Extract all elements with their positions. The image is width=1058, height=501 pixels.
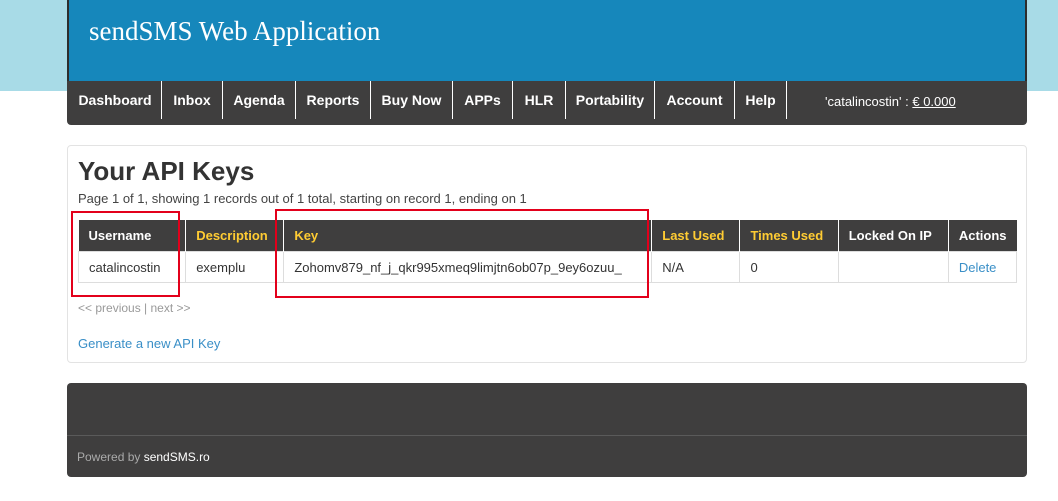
footer: Powered by sendSMS.ro <box>67 383 1027 477</box>
nav-item-dashboard[interactable]: Dashboard <box>69 81 162 119</box>
app-title: sendSMS Web Application <box>89 16 381 46</box>
nav-item-agenda[interactable]: Agenda <box>223 81 296 119</box>
nav-item-reports[interactable]: Reports <box>296 81 371 119</box>
account-separator: : <box>901 94 913 109</box>
nav-item-hlr[interactable]: HLR <box>513 81 566 119</box>
cell-actions: Delete <box>947 251 1018 283</box>
app-header: sendSMS Web Application <box>67 0 1027 81</box>
records-summary: Page 1 of 1, showing 1 records out of 1 … <box>78 191 527 206</box>
pagination: << previous | next >> <box>78 301 191 315</box>
account-balance-link[interactable]: € 0.000 <box>912 94 955 109</box>
page-title: Your API Keys <box>78 156 255 186</box>
nav-item-help[interactable]: Help <box>735 81 787 119</box>
account-info: 'catalincostin' : € 0.000 <box>825 94 956 109</box>
footer-brand: sendSMS.ro <box>143 450 210 464</box>
nav-item-account[interactable]: Account <box>655 81 735 119</box>
cell-locked-on-ip <box>837 251 949 283</box>
nav-item-apps[interactable]: APPs <box>453 81 513 119</box>
column-header-username[interactable]: Username <box>78 220 187 252</box>
column-header-locked-on-ip: Locked On IP <box>838 220 949 252</box>
column-header-key[interactable]: Key <box>283 220 653 252</box>
account-username: 'catalincostin' <box>825 94 902 109</box>
column-header-description[interactable]: Description <box>185 220 285 252</box>
cell-times-used: 0 <box>739 251 839 283</box>
column-header-last-used[interactable]: Last Used <box>651 220 741 252</box>
nav-item-buy-now[interactable]: Buy Now <box>371 81 453 119</box>
footer-divider <box>67 435 1027 436</box>
footer-credits: Powered by sendSMS.ro <box>77 450 210 464</box>
api-keys-panel: Your API Keys Page 1 of 1, showing 1 rec… <box>67 145 1027 363</box>
table-row: catalincostin exemplu Zohomv879_nf_j_qkr… <box>77 251 1018 283</box>
delete-link[interactable]: Delete <box>959 260 997 275</box>
cell-username: catalincostin <box>77 251 187 283</box>
cell-description: exemplu <box>185 251 285 283</box>
generate-api-key-link[interactable]: Generate a new API Key <box>78 336 220 351</box>
footer-powered-prefix: Powered by <box>77 450 144 464</box>
api-keys-table: Username Description Key Last Used Times… <box>77 220 1018 283</box>
main-navbar: Dashboard Inbox Agenda Reports Buy Now A… <box>67 81 1027 125</box>
table-header-row: Username Description Key Last Used Times… <box>78 220 1017 252</box>
nav-item-portability[interactable]: Portability <box>566 81 655 119</box>
cell-last-used: N/A <box>651 251 741 283</box>
column-header-times-used[interactable]: Times Used <box>739 220 839 252</box>
cell-key: Zohomv879_nf_j_qkr995xmeq9limjtn6ob07p_9… <box>283 251 653 283</box>
column-header-actions: Actions <box>948 220 1017 252</box>
nav-item-inbox[interactable]: Inbox <box>162 81 223 119</box>
